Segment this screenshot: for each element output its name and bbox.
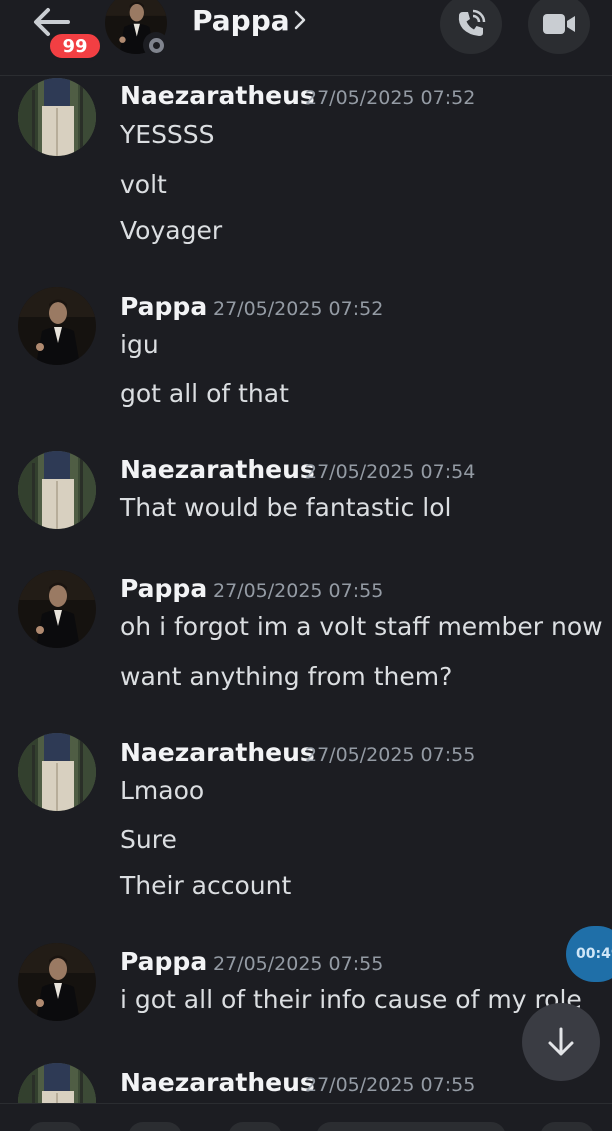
- channel-title[interactable]: Pappa: [192, 4, 290, 37]
- message-timestamp: 27/05/2025 07:55: [213, 953, 384, 975]
- avatar[interactable]: [18, 78, 96, 156]
- message-author[interactable]: Naezaratheus: [120, 455, 315, 484]
- voice-call-button[interactable]: [440, 0, 502, 54]
- message-text: Voyager: [120, 216, 223, 245]
- avatar[interactable]: [18, 943, 96, 1021]
- message-timestamp: 27/05/2025 07:55: [305, 744, 476, 766]
- message-timestamp: 27/05/2025 07:52: [305, 87, 476, 109]
- message-text: volt: [120, 170, 167, 199]
- phone-call-icon: [458, 9, 486, 36]
- gift-button[interactable]: [228, 1122, 282, 1131]
- message-text: That would be fantastic lol: [120, 493, 452, 522]
- chat-header: 99 Pappa: [0, 0, 612, 76]
- offline-status-icon: [143, 32, 169, 58]
- message-author[interactable]: Naezaratheus: [120, 81, 315, 110]
- apps-button[interactable]: [128, 1122, 182, 1131]
- emoji-button[interactable]: [540, 1122, 594, 1131]
- message-timestamp: 27/05/2025 07:54: [305, 461, 476, 483]
- chevron-right-icon[interactable]: [290, 6, 310, 34]
- avatar[interactable]: [18, 451, 96, 529]
- unread-badge: 99: [47, 31, 103, 61]
- message-author[interactable]: Naezaratheus: [120, 738, 315, 767]
- message-text: YESSSS: [120, 120, 215, 149]
- jump-to-bottom-button[interactable]: [522, 1003, 600, 1081]
- add-attachment-button[interactable]: [28, 1122, 82, 1131]
- video-camera-icon: [543, 14, 575, 34]
- avatar[interactable]: [18, 733, 96, 811]
- avatar[interactable]: [18, 1063, 96, 1103]
- message-text: Their account: [120, 871, 292, 900]
- video-call-button[interactable]: [528, 0, 590, 54]
- message-text: oh i forgot im a volt staff member now: [120, 612, 603, 641]
- message-timestamp: 27/05/2025 07:55: [305, 1074, 476, 1096]
- arrow-down-icon: [548, 1027, 574, 1056]
- message-text: Sure: [120, 825, 177, 854]
- message-input[interactable]: [316, 1122, 506, 1131]
- message-author[interactable]: Pappa: [120, 292, 207, 321]
- message-text: got all of that: [120, 379, 289, 408]
- message-text: want anything from them?: [120, 662, 453, 691]
- message-text: Lmaoo: [120, 776, 205, 805]
- message-text: igu: [120, 330, 159, 359]
- message-timestamp: 27/05/2025 07:55: [213, 580, 384, 602]
- message-list: Naezaratheus 27/05/2025 07:52 YESSSS vol…: [0, 76, 612, 1103]
- avatar[interactable]: [18, 570, 96, 648]
- message-text: i got all of their info cause of my role: [120, 985, 582, 1014]
- composer-bar: [0, 1103, 612, 1131]
- message-timestamp: 27/05/2025 07:52: [213, 298, 384, 320]
- avatar[interactable]: [18, 287, 96, 365]
- message-author[interactable]: Pappa: [120, 574, 207, 603]
- message-author[interactable]: Pappa: [120, 947, 207, 976]
- message-author[interactable]: Naezaratheus: [120, 1068, 315, 1097]
